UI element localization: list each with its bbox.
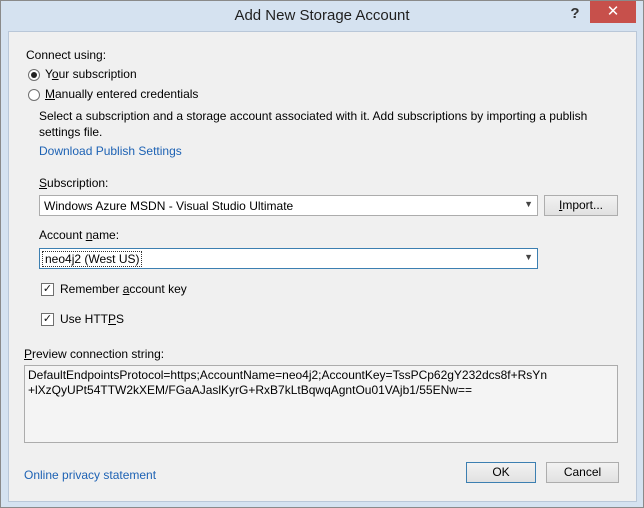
dialog-window: Add New Storage Account ? ✕ Connect usin… <box>0 0 644 508</box>
cancel-button[interactable]: Cancel <box>546 462 619 483</box>
close-button[interactable]: ✕ <box>590 1 636 23</box>
ok-button[interactable]: OK <box>466 462 536 483</box>
remember-account-key-checkbox[interactable]: ✓ <box>41 283 54 296</box>
download-publish-settings-link[interactable]: Download Publish Settings <box>39 144 182 158</box>
radio-manual-credentials[interactable] <box>28 89 40 101</box>
connection-string-textarea[interactable]: DefaultEndpointsProtocol=https;AccountNa… <box>24 365 618 443</box>
connect-using-heading: Connect using: <box>26 48 107 62</box>
remember-account-key-label[interactable]: Remember account key <box>60 282 187 296</box>
dialog-body: Connect using: Your subscription Manuall… <box>8 31 637 502</box>
account-name-dropdown[interactable]: neo4j2 (West US) ▼ <box>39 248 538 269</box>
radio-label-your-subscription[interactable]: Your subscription <box>45 67 137 81</box>
connection-string-line-1: DefaultEndpointsProtocol=https;AccountNa… <box>28 368 547 382</box>
preview-connection-string-label: Preview connection string: <box>24 347 165 361</box>
account-name-value: neo4j2 (West US) <box>41 251 143 267</box>
import-button[interactable]: Import... <box>544 195 618 216</box>
radio-selected-dot <box>31 72 37 78</box>
online-privacy-statement-link[interactable]: Online privacy statement <box>24 468 156 482</box>
radio-label-manual-credentials[interactable]: Manually entered credentials <box>45 87 198 101</box>
radio-your-subscription[interactable] <box>28 69 40 81</box>
title-bar[interactable]: Add New Storage Account ? ✕ <box>1 1 643 31</box>
dialog-title: Add New Storage Account <box>234 7 410 24</box>
subscription-dropdown[interactable]: Windows Azure MSDN - Visual Studio Ultim… <box>39 195 538 216</box>
account-name-label: Account name: <box>39 228 120 242</box>
subscription-label: Subscription: <box>39 176 109 190</box>
connection-string-line-2: +lXzQyUPt54TTW2kXEM/FGaAJaslKyrG+RxB7kLt… <box>28 383 472 397</box>
checkmark-icon: ✓ <box>42 313 53 325</box>
subscription-value: Windows Azure MSDN - Visual Studio Ultim… <box>44 199 294 213</box>
chevron-down-icon: ▼ <box>524 252 533 262</box>
use-https-checkbox[interactable]: ✓ <box>41 313 54 326</box>
use-https-label[interactable]: Use HTTPS <box>60 312 124 326</box>
close-icon: ✕ <box>606 3 620 20</box>
help-button[interactable]: ? <box>561 3 589 25</box>
description-text: Select a subscription and a storage acco… <box>39 109 588 139</box>
checkmark-icon: ✓ <box>42 283 53 295</box>
chevron-down-icon: ▼ <box>524 199 533 209</box>
